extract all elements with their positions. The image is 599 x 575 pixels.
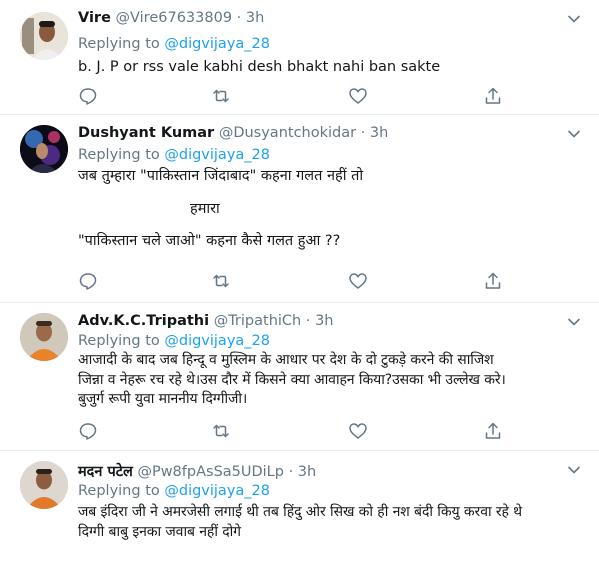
- replying-to-label: Replying to: [78, 36, 160, 52]
- tweet[interactable]: Dushyant Kumar @Dusyantchokidar · 3h Rep…: [0, 115, 599, 303]
- chevron-down-icon[interactable]: [567, 127, 581, 141]
- mention-link[interactable]: @digvijaya_28: [164, 333, 270, 349]
- timestamp[interactable]: 3h: [315, 313, 333, 329]
- timestamp[interactable]: 3h: [246, 10, 264, 26]
- share-icon[interactable]: [483, 86, 503, 106]
- tweet-line: जिन्ना व नेहरू रच रहे थे।उस दौर में किसन…: [78, 371, 506, 388]
- tweet-text: b. J. P or rss vale kabhi desh bhakt nah…: [78, 58, 585, 78]
- tweet-line: दिग्गी बाबु इनका जवाब नहीं दोगे: [78, 523, 241, 540]
- tweet-line: जब इंदिरा जी ने अमरजेसी लगाई थी तब हिंदु…: [78, 504, 523, 520]
- display-name[interactable]: Vire: [78, 10, 111, 26]
- mention-link[interactable]: @digvijaya_28: [164, 483, 270, 499]
- reply-icon[interactable]: [78, 86, 98, 106]
- tweet-text: जब तुम्हारा "पाकिस्तान जिंदाबाद" कहना गल…: [78, 167, 585, 252]
- share-icon[interactable]: [483, 421, 503, 441]
- action-bar: [78, 271, 501, 293]
- avatar[interactable]: [20, 12, 68, 60]
- display-name[interactable]: मदन पटेल: [78, 464, 133, 480]
- like-icon[interactable]: [348, 271, 368, 291]
- reply-icon[interactable]: [78, 421, 98, 441]
- tweet-header: Vire @Vire67633809 · 3h: [78, 10, 264, 26]
- reply-icon[interactable]: [78, 271, 98, 291]
- tweet-text: जब इंदिरा जी ने अमरजेसी लगाई थी तब हिंदु…: [78, 503, 585, 542]
- display-name[interactable]: Dushyant Kumar: [78, 125, 214, 141]
- replying-to: Replying to @digvijaya_28: [78, 333, 270, 349]
- display-name[interactable]: Adv.K.C.Tripathi: [78, 313, 209, 329]
- replying-to: Replying to @digvijaya_28: [78, 483, 270, 499]
- retweet-icon[interactable]: [211, 86, 231, 106]
- tweet-line: जब तुम्हारा "पाकिस्तान जिंदाबाद" कहना गल…: [78, 168, 364, 184]
- tweet-line: बुजुर्ग रूपी युवा माननीय दिग्गीजी।: [78, 391, 248, 407]
- action-bar: [78, 421, 501, 443]
- retweet-icon[interactable]: [211, 271, 231, 291]
- separator-dot: ·: [236, 10, 242, 26]
- chevron-down-icon[interactable]: [567, 12, 581, 26]
- user-handle[interactable]: @Dusyantchokidar: [219, 125, 356, 141]
- like-icon[interactable]: [348, 86, 368, 106]
- mention-link[interactable]: @digvijaya_28: [164, 147, 270, 163]
- tweet-header: Dushyant Kumar @Dusyantchokidar · 3h: [78, 125, 388, 141]
- separator-dot: ·: [360, 125, 366, 141]
- tweet-line: b. J. P or rss vale kabhi desh bhakt nah…: [78, 59, 441, 75]
- timestamp[interactable]: 3h: [370, 125, 388, 141]
- tweet-text: आजादी के बाद जब हिन्दू व मुस्लिम के आधार…: [78, 351, 585, 410]
- replying-to: Replying to @digvijaya_28: [78, 36, 270, 52]
- action-bar: [78, 86, 501, 108]
- replying-to-label: Replying to: [78, 483, 160, 499]
- tweet-line: आजादी के बाद जब हिन्दू व मुस्लिम के आधार…: [78, 352, 494, 368]
- tweet[interactable]: मदन पटेल @Pw8fpAsSa5UDiLp · 3h Replying …: [0, 451, 599, 575]
- mention-link[interactable]: @digvijaya_28: [164, 36, 270, 52]
- separator-dot: ·: [305, 313, 311, 329]
- tweet-line: हमारा: [190, 200, 220, 217]
- chevron-down-icon[interactable]: [567, 315, 581, 329]
- tweet-header: मदन पटेल @Pw8fpAsSa5UDiLp · 3h: [78, 461, 316, 481]
- replying-to-label: Replying to: [78, 333, 160, 349]
- avatar[interactable]: [20, 313, 68, 361]
- user-handle[interactable]: @TripathiCh: [214, 313, 302, 329]
- chevron-down-icon[interactable]: [567, 463, 581, 477]
- separator-dot: ·: [288, 464, 294, 480]
- avatar[interactable]: [20, 461, 68, 509]
- replying-to-label: Replying to: [78, 147, 160, 163]
- like-icon[interactable]: [348, 421, 368, 441]
- user-handle[interactable]: @Pw8fpAsSa5UDiLp: [137, 464, 284, 480]
- timeline: Vire @Vire67633809 · 3h Replying to @dig…: [0, 0, 599, 575]
- tweet-header: Adv.K.C.Tripathi @TripathiCh · 3h: [78, 313, 333, 329]
- tweet[interactable]: Vire @Vire67633809 · 3h Replying to @dig…: [0, 0, 599, 115]
- tweet-line: "पाकिस्तान चले जाओ" कहना कैसे गलत हुआ ??: [78, 233, 341, 249]
- avatar[interactable]: [20, 125, 68, 173]
- user-handle[interactable]: @Vire67633809: [116, 10, 233, 26]
- tweet[interactable]: Adv.K.C.Tripathi @TripathiCh · 3h Replyi…: [0, 303, 599, 451]
- retweet-icon[interactable]: [211, 421, 231, 441]
- share-icon[interactable]: [483, 271, 503, 291]
- replying-to: Replying to @digvijaya_28: [78, 147, 270, 163]
- timestamp[interactable]: 3h: [298, 464, 316, 480]
